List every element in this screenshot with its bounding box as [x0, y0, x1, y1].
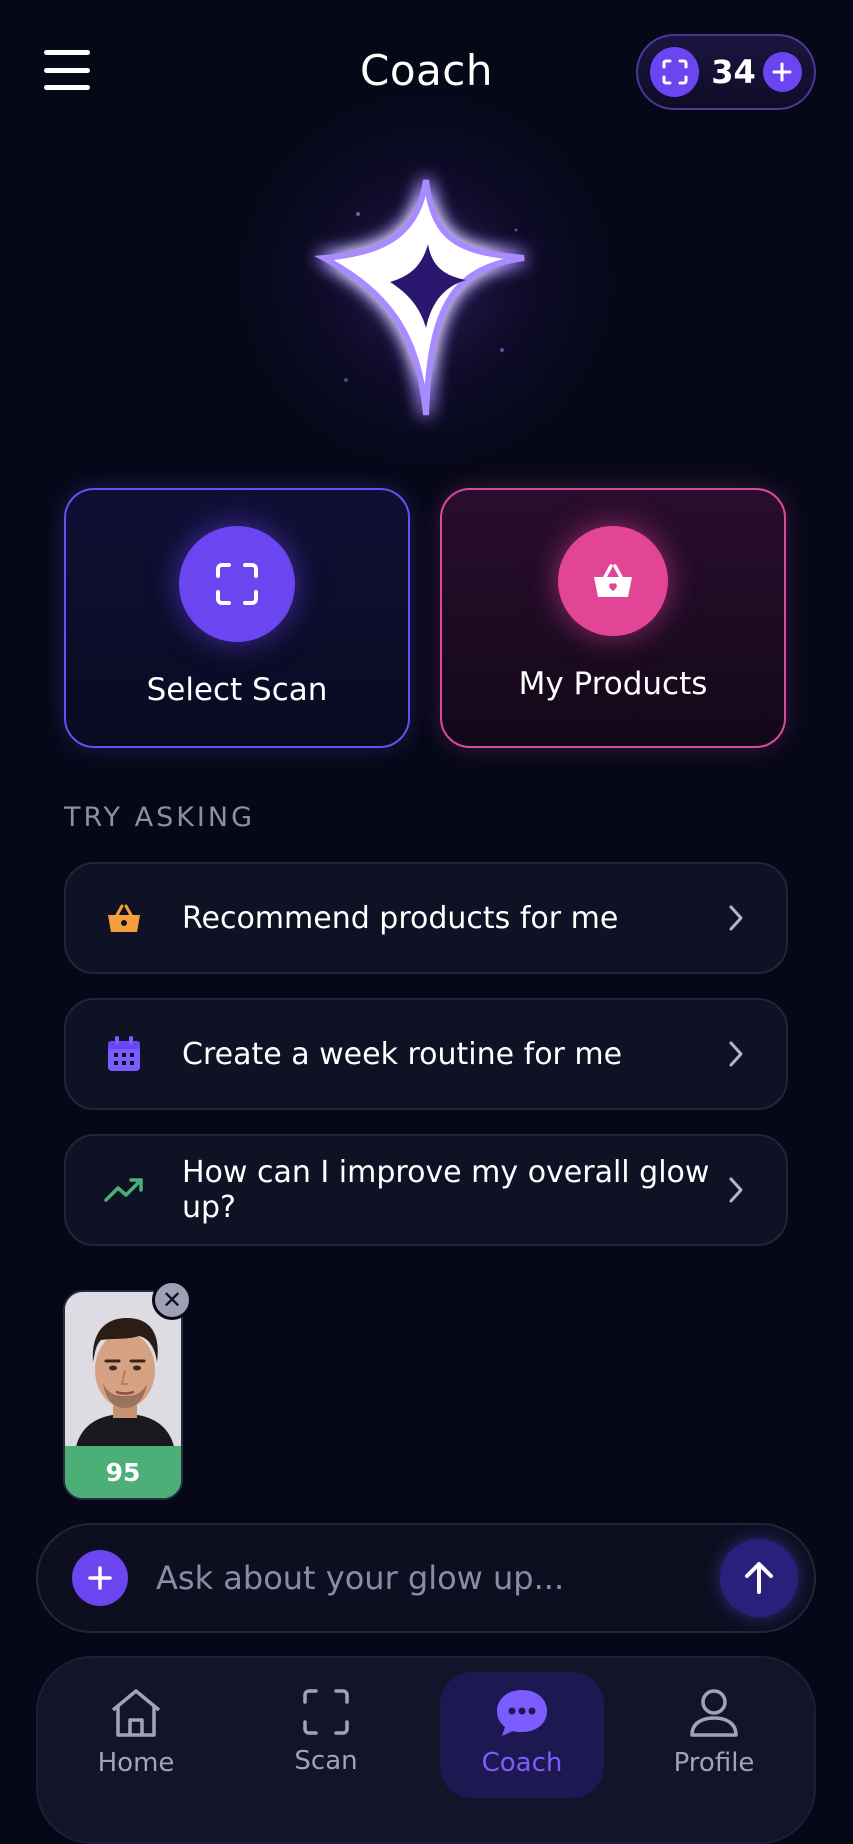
- credits-pill[interactable]: 34: [636, 34, 816, 110]
- tab-label: Scan: [294, 1746, 358, 1776]
- tab-profile[interactable]: Profile: [632, 1672, 796, 1798]
- prompt-text: Recommend products for me: [182, 900, 619, 936]
- message-composer: [36, 1523, 816, 1633]
- basket-icon: [104, 898, 144, 938]
- scan-score-badge: 95: [65, 1446, 181, 1498]
- scan-frame-icon: [179, 526, 295, 642]
- scan-credits-icon: [650, 47, 700, 97]
- chevron-right-icon: [716, 1176, 756, 1204]
- chat-bubble-icon: [497, 1690, 547, 1736]
- tab-home[interactable]: Home: [54, 1672, 218, 1798]
- prompt-week-routine[interactable]: Create a week routine for me: [64, 998, 788, 1110]
- close-icon: ✕: [161, 1286, 183, 1314]
- credits-count: 34: [711, 53, 756, 91]
- arrow-up-icon: [745, 1562, 773, 1594]
- trending-up-icon: [104, 1170, 144, 1210]
- tab-scan[interactable]: Scan: [244, 1672, 408, 1798]
- add-attachment-button[interactable]: [72, 1550, 128, 1606]
- bottom-tab-bar: Home Scan Coach Profile: [36, 1656, 816, 1844]
- chevron-right-icon: [716, 904, 756, 932]
- tab-coach[interactable]: Coach: [440, 1672, 604, 1798]
- tab-label: Profile: [673, 1748, 755, 1778]
- attached-scan-thumbnail[interactable]: 95: [63, 1290, 183, 1500]
- remove-attachment-button[interactable]: ✕: [152, 1280, 192, 1320]
- calendar-icon: [104, 1034, 144, 1074]
- try-asking-heading: TRY ASKING: [64, 802, 255, 833]
- coach-sparkle-icon: [313, 179, 525, 416]
- my-products-card[interactable]: My Products: [440, 488, 786, 748]
- my-products-label: My Products: [518, 666, 708, 702]
- face-photo: 95: [63, 1290, 183, 1500]
- profile-icon: [690, 1689, 738, 1737]
- tab-label: Home: [97, 1748, 175, 1778]
- scan-icon: [303, 1689, 349, 1735]
- tab-label: Coach: [481, 1748, 563, 1778]
- prompt-text: How can I improve my overall glow up?: [182, 1155, 710, 1225]
- prompt-text: Create a week routine for me: [182, 1036, 623, 1072]
- home-icon: [111, 1689, 161, 1737]
- prompt-improve-glow-up[interactable]: How can I improve my overall glow up?: [64, 1134, 788, 1246]
- select-scan-card[interactable]: Select Scan: [64, 488, 410, 748]
- chevron-right-icon: [716, 1040, 756, 1068]
- add-credits-button[interactable]: [762, 52, 802, 92]
- send-button[interactable]: [720, 1539, 798, 1617]
- message-input[interactable]: [156, 1559, 720, 1597]
- select-scan-label: Select Scan: [146, 672, 328, 708]
- prompt-recommend-products[interactable]: Recommend products for me: [64, 862, 788, 974]
- shopping-basket-icon: [558, 526, 668, 636]
